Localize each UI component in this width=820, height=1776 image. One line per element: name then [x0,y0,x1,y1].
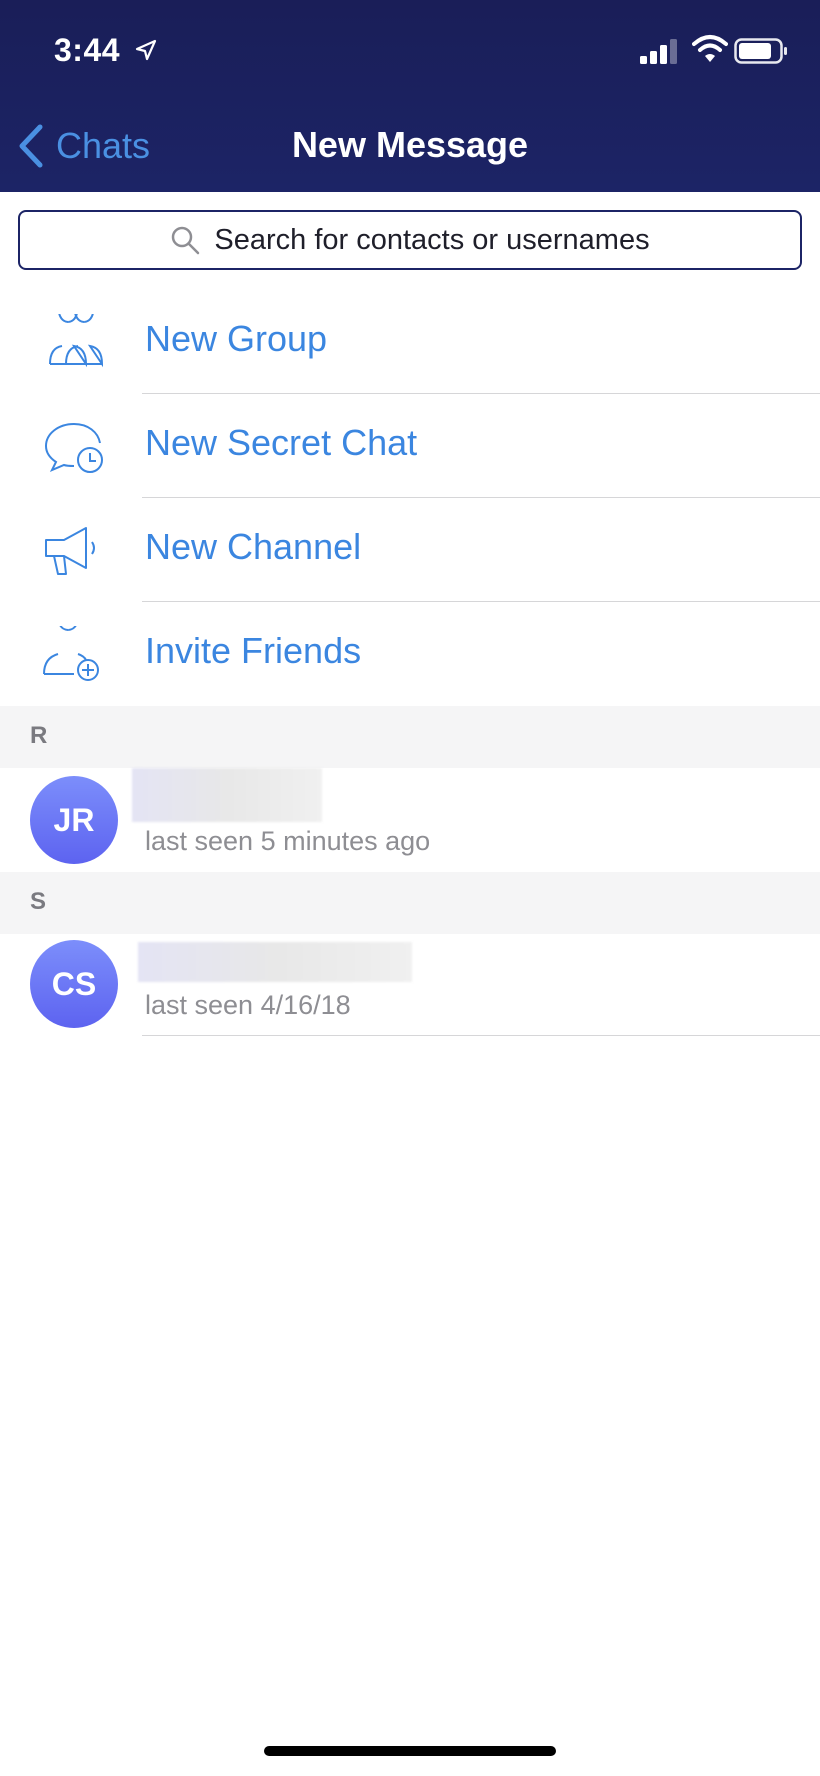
section-header-r: R [0,706,820,768]
navigation-bar: Chats New Message [0,100,820,192]
invite-friends-row[interactable]: Invite Friends [0,602,820,706]
battery-icon [734,38,787,64]
invite-friends-label: Invite Friends [145,630,362,671]
group-icon [49,314,104,368]
divider [142,1035,820,1036]
megaphone-icon [45,527,95,575]
wifi-icon [692,35,728,62]
new-channel-label: New Channel [145,526,362,567]
avatar: CS [30,940,118,1028]
redacted-contact-name [132,768,322,822]
redacted-contact-name [138,942,412,982]
avatar: JR [30,776,118,864]
new-group-label: New Group [145,318,328,359]
home-indicator[interactable] [264,1746,556,1756]
search-icon [172,226,200,255]
section-header-s: S [0,872,820,934]
new-group-row[interactable]: New Group [0,290,820,394]
new-secret-chat-row[interactable]: New Secret Chat [0,394,820,498]
page-title: New Message [291,124,529,165]
section-letter: S [30,888,47,915]
status-bar: 3:44 [0,0,820,100]
secret-chat-icon [44,423,103,473]
location-arrow-icon [135,39,157,61]
search-input[interactable]: Search for contacts or usernames [18,210,802,270]
status-time: 3:44 [54,32,121,68]
contact-row[interactable]: CS last seen 4/16/18 [0,932,820,1036]
contact-status: last seen 4/16/18 [145,990,351,1020]
invite-person-icon [43,626,99,681]
header: 3:44 Chats New Message [0,0,820,192]
search-placeholder: Search for contacts or usernames [214,223,650,256]
new-channel-row[interactable]: New Channel [0,498,820,602]
contact-row[interactable]: JR last seen 5 minutes ago [0,768,820,872]
new-secret-chat-label: New Secret Chat [145,422,418,463]
cellular-signal-icon [640,39,677,64]
section-letter: R [30,722,48,749]
contact-status: last seen 5 minutes ago [145,826,431,856]
